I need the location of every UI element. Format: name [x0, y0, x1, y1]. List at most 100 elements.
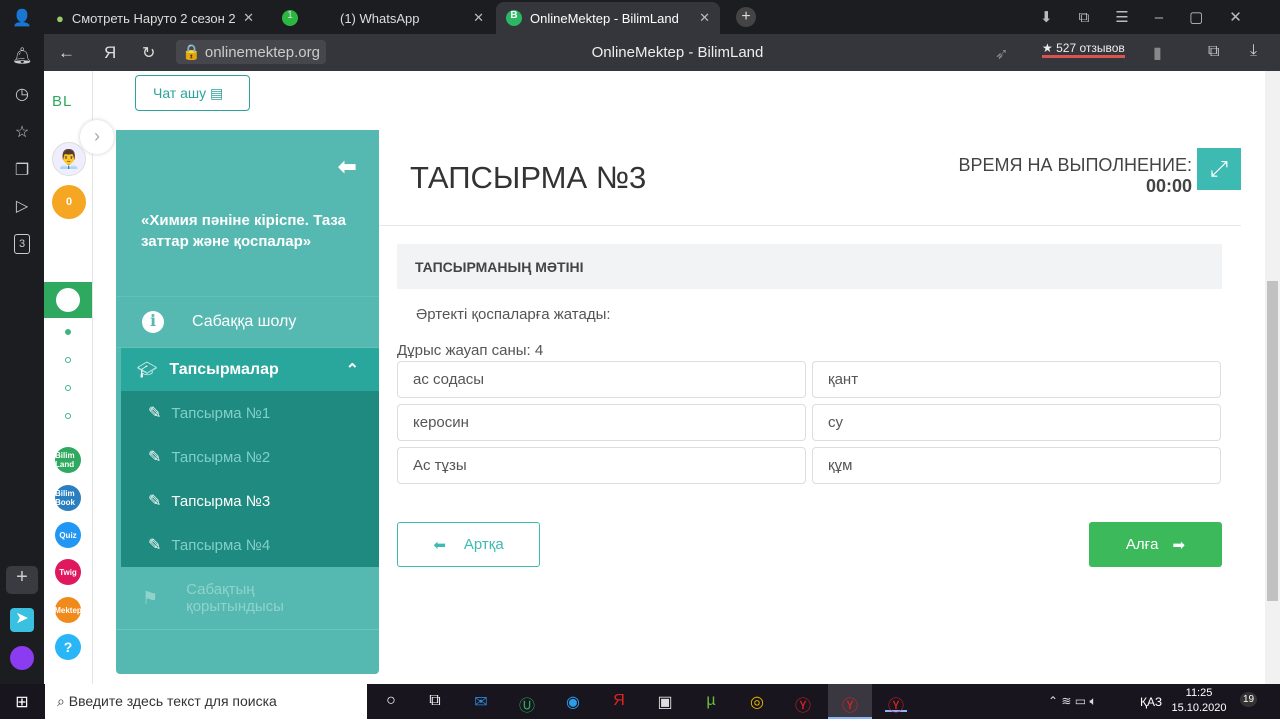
rocket-icon[interactable]: ➶	[995, 44, 1008, 64]
nav-summary[interactable]: ⚑ Сабақтың қорытындысы	[116, 567, 379, 630]
collections-icon[interactable]: ❐	[12, 160, 32, 180]
help-icon[interactable]: ?	[55, 634, 81, 660]
history-icon[interactable]: ◷	[12, 84, 32, 104]
tab-favicon-icon: ●	[56, 10, 64, 26]
answer-option[interactable]: керосин	[397, 404, 806, 441]
task-item-4[interactable]: ✎ Тапсырма №4	[121, 523, 384, 567]
lesson-nav: ⬅ «Химия пәніне кіріспе. Таза заттар жән…	[116, 130, 379, 674]
edit-icon: ✎	[148, 405, 162, 422]
close-tab-icon[interactable]: ✕	[243, 10, 254, 26]
quiz-app-icon[interactable]: Quiz	[55, 522, 81, 548]
add-panel-button[interactable]: +	[6, 566, 38, 594]
task-title: ТАПСЫРМА №3	[410, 160, 647, 195]
windows-taskbar: ⊞ ⌕ Введите здесь текст для поиска ○ ⧉ ✉…	[0, 684, 1280, 719]
yandex-browser-icon[interactable]: Ⓨ	[885, 692, 907, 715]
chat-icon: ▤	[210, 85, 224, 101]
app-sidebar: BL 👨‍💼 0 Bilim Land Bilim Book Quiz Twig…	[44, 71, 93, 684]
utorrent-icon[interactable]: µ	[700, 692, 722, 712]
flag-icon: ⚑	[142, 587, 159, 608]
lesson-title: «Химия пәніне кіріспе. Таза заттар және …	[141, 212, 347, 250]
edit-icon: ✎	[148, 537, 162, 554]
download-icon[interactable]: ⤓	[1250, 42, 1257, 60]
open-chat-button[interactable]: Чат ашу ▤	[135, 75, 250, 111]
chevron-up-icon: ⌃	[345, 361, 359, 379]
back-arrow-icon[interactable]: ⬅	[338, 154, 356, 180]
back-button[interactable]: ⬅ Артқа	[397, 522, 540, 567]
answer-option[interactable]: Ас тұзы	[397, 447, 806, 484]
edit-icon: ✎	[148, 449, 162, 466]
reviews-link[interactable]: ★ 527 отзывов	[1042, 41, 1125, 58]
store-icon[interactable]: ▣	[654, 692, 676, 712]
bl-logo[interactable]: BL	[52, 93, 72, 110]
cortana-icon[interactable]: ○	[380, 692, 402, 712]
uvpn-icon[interactable]: Ⓤ	[516, 692, 538, 715]
slider-dot[interactable]	[65, 329, 71, 335]
tray-icons[interactable]: ⌃ ≋ ▭ 🔈︎	[1048, 694, 1097, 709]
edit-icon: ✎	[148, 493, 162, 510]
messenger-icon[interactable]: ➤	[10, 608, 34, 632]
browser-tab-bar: 👤 ● Смотреть Наруто 2 сезон 2 ✕ 1 (1) Whats…	[0, 0, 1280, 34]
coins-badge[interactable]: 0	[52, 185, 86, 219]
slider-dot[interactable]	[65, 385, 71, 391]
taskbar-search[interactable]: ⌕ Введите здесь текст для поиска	[45, 684, 367, 719]
question-text: Әртекті қоспаларға жатады:	[416, 306, 611, 323]
nav-overview[interactable]: i Сабаққа шолу	[116, 296, 379, 348]
tab-naruto[interactable]: ● Смотреть Наруто 2 сезон 2 ✕	[46, 2, 264, 34]
next-button[interactable]: Алға ➡	[1089, 522, 1222, 567]
browser-sidebar: 🔔︎ ◷ ☆ ❐ ▷ 3 + ➤	[0, 34, 44, 684]
yandex-browser-active[interactable]: Ⓨ	[828, 684, 872, 719]
mektep-app-icon[interactable]: Mektep	[54, 597, 82, 623]
slider-dot[interactable]	[65, 357, 71, 363]
whatsapp-icon: 1	[282, 10, 298, 26]
fullscreen-button[interactable]: ⤢	[1197, 148, 1241, 190]
divider	[379, 225, 1241, 226]
task-item-3-active[interactable]: ✎ Тапсырма №3	[121, 479, 384, 523]
star-icon[interactable]: ☆	[12, 122, 32, 142]
tabs-count-icon[interactable]: 3	[14, 234, 30, 254]
scrollbar-thumb[interactable]	[1267, 281, 1278, 601]
answer-option[interactable]: қант	[812, 361, 1221, 398]
window-controls[interactable]: ⬇⧉☰–▢✕	[1040, 8, 1268, 26]
yandex-browser-icon[interactable]: Ⓨ	[792, 692, 814, 715]
task-item-2[interactable]: ✎ Тапсырма №2	[121, 435, 384, 479]
onlinemektep-app[interactable]	[44, 282, 92, 318]
mail-icon[interactable]: ✉	[470, 692, 492, 712]
graduation-cap-icon: 🎓︎	[137, 361, 158, 379]
tab-onlinemektep[interactable]: B OnlineMektep - BilimLand ✕	[496, 2, 720, 34]
info-icon: i	[142, 311, 164, 333]
timer: ВРЕМЯ НА ВЫПОЛНЕНИЕ: 00:00	[958, 155, 1192, 196]
task-list: ✎ Тапсырма №1 ✎ Тапсырма №2 ✎ Тапсырма №3 ✎…	[121, 391, 379, 567]
answer-option[interactable]: су	[812, 404, 1221, 441]
task-item-1[interactable]: ✎ Тапсырма №1	[121, 391, 384, 435]
profile-icon[interactable]: 👤	[12, 8, 32, 28]
edge-icon[interactable]: ◉	[562, 692, 584, 712]
address-bar: ← Я ↻ 🔒 onlinemektep.org OnlineMektep - …	[0, 34, 1280, 71]
bilimland-app-icon[interactable]: Bilim Land	[55, 447, 81, 473]
expand-sidebar-button[interactable]: ›	[80, 120, 114, 154]
task-view-icon[interactable]: ⧉	[424, 692, 446, 712]
windows-start-icon[interactable]: ⊞	[11, 692, 33, 712]
new-tab-button[interactable]: +	[736, 7, 756, 27]
bilimbook-app-icon[interactable]: Bilim Book	[55, 485, 81, 511]
scrollbar[interactable]	[1265, 71, 1280, 684]
arrow-right-icon: ➡	[1172, 536, 1186, 554]
clock[interactable]: 11:25 15.10.2020	[1170, 686, 1228, 716]
yandex-icon[interactable]: Я	[608, 692, 630, 712]
answer-option[interactable]: ас содасы	[397, 361, 806, 398]
notifications-icon[interactable]: 19	[1240, 692, 1258, 707]
collections-icon[interactable]: ⧉	[1208, 43, 1219, 61]
answer-option[interactable]: құм	[812, 447, 1221, 484]
avatar[interactable]: 👨‍💼	[52, 142, 86, 176]
slider-dot[interactable]	[65, 413, 71, 419]
close-tab-icon[interactable]: ✕	[473, 10, 484, 26]
tab-whatsapp[interactable]: 1 (1) WhatsApp ✕	[272, 2, 494, 34]
bell-icon[interactable]: 🔔︎	[12, 46, 32, 66]
close-tab-icon[interactable]: ✕	[699, 10, 710, 26]
bookmark-icon[interactable]: ▮	[1153, 43, 1162, 63]
language-indicator[interactable]: ҚАЗ	[1140, 695, 1162, 709]
nav-tasks[interactable]: 🎓︎ Тапсырмалар ⌃	[121, 348, 379, 391]
chrome-icon[interactable]: ◎	[746, 692, 768, 712]
twig-app-icon[interactable]: Twig	[55, 559, 81, 585]
alice-icon[interactable]	[10, 646, 34, 670]
play-icon[interactable]: ▷	[12, 196, 32, 216]
